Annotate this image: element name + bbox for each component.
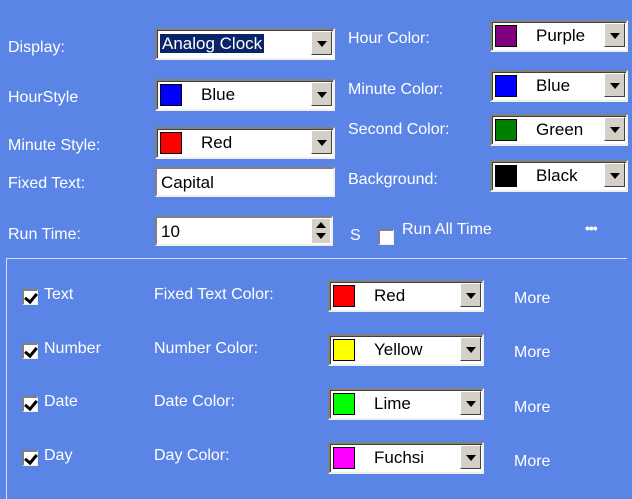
minutestyle-select[interactable]: Red — [155, 127, 335, 159]
seconds-unit-label: S — [350, 227, 361, 244]
number-checkbox[interactable] — [22, 343, 38, 359]
fixedtextcolor-select[interactable]: Red — [328, 280, 484, 312]
chevron-down-icon[interactable] — [311, 82, 332, 106]
more-link-day[interactable]: More — [514, 452, 550, 472]
background-value: Black — [536, 166, 578, 185]
hourstyle-select[interactable]: Blue — [155, 79, 335, 111]
chevron-down-icon[interactable] — [604, 73, 625, 97]
more-link-number[interactable]: More — [514, 343, 550, 363]
chevron-down-icon[interactable] — [460, 445, 481, 469]
hourcolor-value: Purple — [536, 26, 586, 45]
secondcolor-label: Second Color: — [348, 121, 450, 138]
chevron-down-icon[interactable] — [604, 117, 625, 141]
hourstyle-label: HourStyle — [8, 89, 79, 106]
runtime-value: 10 — [161, 222, 180, 241]
text-check-label[interactable]: Text — [44, 285, 73, 305]
spin-arrows-icon[interactable] — [311, 219, 330, 243]
chevron-down-icon[interactable] — [460, 337, 481, 361]
daycolor-select[interactable]: Fuchsi — [328, 442, 484, 474]
color-swatch — [495, 165, 517, 187]
minutestyle-label: Minute Style: — [8, 137, 101, 154]
color-swatch — [495, 119, 517, 141]
chevron-down-icon[interactable] — [311, 130, 332, 154]
display-select[interactable]: Analog Clock — [155, 28, 335, 60]
datecolor-value: Lime — [374, 394, 411, 413]
color-swatch — [495, 25, 517, 47]
secondcolor-value: Green — [536, 120, 584, 139]
fixedtextcolor-label: Fixed Text Color: — [154, 286, 274, 303]
minutecolor-label: Minute Color: — [348, 81, 444, 98]
more-options-button[interactable]: ••• — [585, 218, 598, 238]
fixedtext-label: Fixed Text: — [8, 175, 86, 192]
fixedtext-input[interactable]: Capital — [155, 167, 335, 197]
background-label: Background: — [348, 171, 438, 188]
color-swatch — [495, 75, 517, 97]
runtime-stepper[interactable]: 10 — [155, 216, 333, 246]
day-check-label[interactable]: Day — [44, 446, 72, 466]
color-swatch — [160, 132, 182, 154]
color-swatch — [333, 339, 355, 361]
secondcolor-select[interactable]: Green — [490, 114, 628, 146]
fixedtextcolor-value: Red — [374, 286, 406, 305]
minutecolor-select[interactable]: Blue — [490, 70, 628, 102]
minutecolor-value: Blue — [536, 76, 571, 95]
runalltime-label[interactable]: Run All Time — [402, 220, 492, 240]
chevron-down-icon[interactable] — [460, 391, 481, 415]
display-value: Analog Clock — [158, 33, 266, 54]
date-checkbox[interactable] — [22, 396, 38, 412]
minutestyle-value: Red — [201, 133, 233, 152]
runtime-label: Run Time: — [8, 226, 81, 243]
date-check-label[interactable]: Date — [44, 392, 78, 412]
hourcolor-select[interactable]: Purple — [490, 20, 628, 52]
color-swatch — [333, 285, 355, 307]
chevron-down-icon[interactable] — [604, 163, 625, 187]
color-swatch — [160, 84, 182, 106]
hourstyle-value: Blue — [201, 85, 236, 104]
more-link-text[interactable]: More — [514, 289, 550, 309]
color-swatch — [333, 447, 355, 469]
numbercolor-label: Number Color: — [154, 340, 259, 357]
fixedtext-value: Capital — [161, 173, 214, 192]
daycolor-value: Fuchsi — [374, 448, 425, 467]
number-check-label[interactable]: Number — [44, 339, 101, 359]
chevron-down-icon[interactable] — [311, 31, 332, 55]
text-checkbox[interactable] — [22, 289, 38, 305]
chevron-down-icon[interactable] — [460, 283, 481, 307]
datecolor-select[interactable]: Lime — [328, 388, 484, 420]
more-link-date[interactable]: More — [514, 398, 550, 418]
numbercolor-select[interactable]: Yellow — [328, 334, 484, 366]
color-swatch — [333, 393, 355, 415]
day-checkbox[interactable] — [22, 450, 38, 466]
runalltime-checkbox[interactable] — [378, 229, 394, 245]
hourcolor-label: Hour Color: — [348, 30, 430, 47]
daycolor-label: Day Color: — [154, 447, 230, 464]
display-label: Display: — [8, 39, 65, 56]
datecolor-label: Date Color: — [154, 393, 235, 410]
chevron-down-icon[interactable] — [604, 23, 625, 47]
background-select[interactable]: Black — [490, 160, 628, 192]
numbercolor-value: Yellow — [374, 340, 423, 359]
